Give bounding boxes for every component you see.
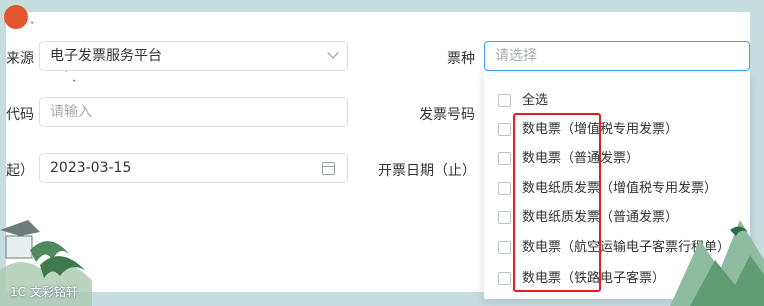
- option-label: 数电票（普通发票）: [522, 151, 640, 166]
- code-placeholder: 请输入: [50, 104, 92, 120]
- code-label: 代码: [6, 107, 34, 123]
- code-input[interactable]: 请输入: [39, 97, 348, 127]
- bird-decoration: ˇ: [30, 22, 35, 32]
- source-select[interactable]: 电子发票服务平台: [39, 41, 348, 71]
- option-label: 数电纸质发票（增值税专用发票）: [522, 181, 718, 196]
- checkbox-icon[interactable]: [498, 241, 511, 254]
- ticket-type-select[interactable]: 请选择: [484, 41, 750, 71]
- checkbox-icon[interactable]: [498, 94, 511, 107]
- option-label: 数电票（增值税专用发票）: [522, 122, 679, 137]
- ticket-type-placeholder: 请选择: [495, 48, 537, 64]
- invoice-no-label: 发票号码: [419, 107, 475, 123]
- checkbox-icon[interactable]: [498, 211, 511, 224]
- checkbox-icon[interactable]: [498, 152, 511, 165]
- date-start-label: 起）: [6, 163, 34, 179]
- option-label: 数电纸质发票（普通发票）: [522, 210, 679, 225]
- frame-top: [0, 0, 764, 12]
- date-end-label: 开票日期（止）: [378, 163, 476, 179]
- watermark: 1C 文彩铭轩: [10, 285, 78, 299]
- option-ordinary[interactable]: 数电票（普通发票）: [484, 145, 750, 173]
- option-label: 全选: [522, 93, 549, 108]
- calendar-icon: [322, 162, 335, 175]
- mountain-decoration: [670, 220, 764, 306]
- sun-decoration: [4, 5, 28, 29]
- option-label: 数电票（铁路电子客票）: [522, 271, 666, 286]
- checkbox-icon[interactable]: [498, 272, 511, 285]
- source-value: 电子发票服务平台: [50, 48, 162, 64]
- source-label: 来源: [6, 51, 34, 67]
- checkbox-icon[interactable]: [498, 182, 511, 195]
- date-start-value: 2023-03-15: [50, 160, 132, 176]
- option-select-all[interactable]: 全选: [484, 87, 750, 115]
- ticket-type-label: 票种: [447, 51, 475, 67]
- checkbox-icon[interactable]: [498, 123, 511, 136]
- chevron-down-icon: [327, 47, 339, 59]
- date-start-picker[interactable]: 2023-03-15: [39, 153, 348, 183]
- bird-decoration: ˇ: [72, 80, 77, 90]
- bird-decoration: ˇ: [64, 70, 69, 80]
- option-vat-special[interactable]: 数电票（增值税专用发票）: [484, 116, 750, 144]
- option-paper-vat-special[interactable]: 数电纸质发票（增值税专用发票）: [484, 175, 750, 203]
